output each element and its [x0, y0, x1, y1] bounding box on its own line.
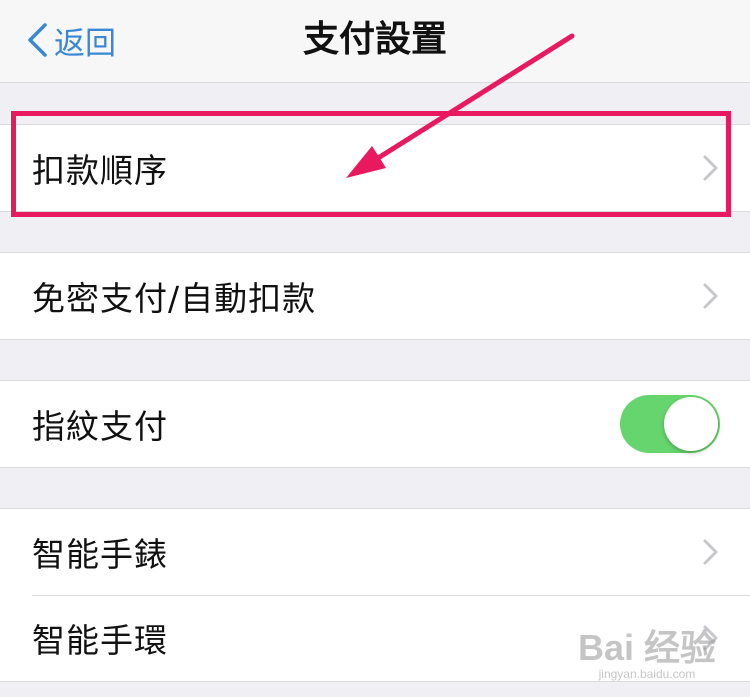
fingerprint-toggle[interactable]: [620, 395, 720, 453]
row-label: 智能手錶: [32, 535, 168, 574]
watermark-main: Bai 经验: [577, 627, 716, 668]
row-smart-watch[interactable]: 智能手錶: [0, 509, 750, 595]
watermark-sub: jingyan.baidu.com: [598, 667, 696, 681]
settings-group-fingerprint: 指紋支付: [0, 380, 750, 468]
row-password-free-payment[interactable]: 免密支付/自動扣款: [0, 253, 750, 339]
chevron-right-icon: [703, 283, 718, 309]
row-label: 扣款順序: [32, 151, 168, 190]
watermark-logo: Bai 经验 jingyan.baidu.com: [577, 627, 716, 682]
row-label: 指紋支付: [32, 407, 168, 446]
row-fingerprint-payment: 指紋支付: [0, 381, 750, 467]
row-deduction-order[interactable]: 扣款順序: [0, 125, 750, 211]
chevron-right-icon: [703, 539, 718, 565]
row-label: 智能手環: [32, 621, 168, 660]
row-label: 免密支付/自動扣款: [32, 279, 317, 318]
navigation-bar: 返回 支付設置: [0, 0, 750, 83]
page-title: 支付設置: [302, 19, 447, 60]
chevron-right-icon: [703, 155, 718, 181]
settings-group-password-free: 免密支付/自動扣款: [0, 252, 750, 340]
settings-group-deduction-order: 扣款順序: [0, 124, 750, 212]
toggle-knob: [664, 397, 718, 451]
